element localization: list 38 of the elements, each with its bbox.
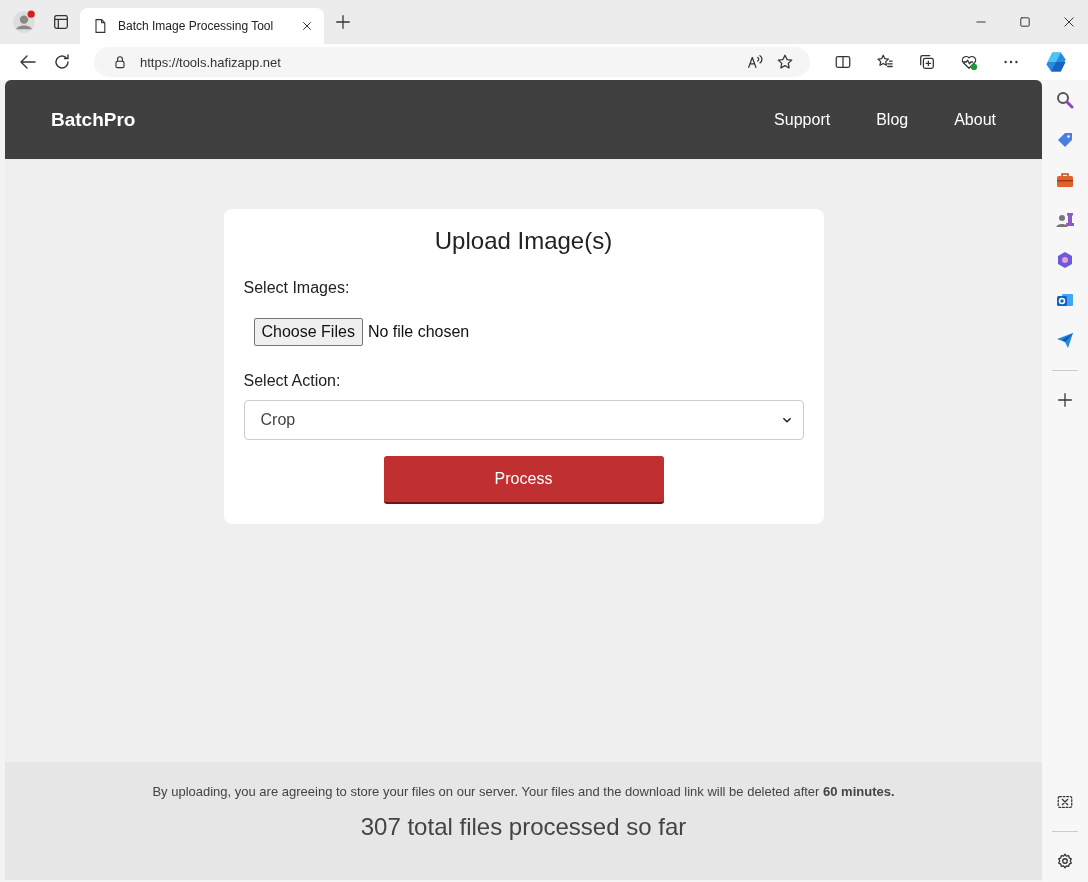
tab-actions-icon[interactable] [52,13,70,31]
settings-icon[interactable] [1056,852,1074,870]
field-label: Select Images: [243,279,351,297]
split-screen-icon[interactable] [834,53,852,71]
page-icon [92,18,108,34]
collections-icon[interactable] [918,53,936,71]
browser-tab[interactable]: Batch Image Processing Tool [80,8,324,44]
refresh-icon[interactable] [52,52,72,72]
read-aloud-icon[interactable] [746,53,764,71]
profile-avatar-icon[interactable] [12,10,36,34]
files-counter: 307 total files processed so far [360,813,687,841]
maximize-icon[interactable] [1018,15,1032,29]
favorite-star-icon[interactable] [776,53,794,71]
copilot-icon[interactable] [1044,50,1068,74]
search-icon[interactable] [1055,90,1075,110]
lock-icon [112,54,128,70]
address-bar[interactable]: https://tools.hafizapp.net [94,47,810,77]
add-icon[interactable] [1056,391,1074,409]
nav-link[interactable]: Blog [876,110,909,129]
process-button[interactable]: Process [383,456,664,504]
new-tab-icon[interactable] [334,13,352,31]
nav-link[interactable]: About [954,110,996,129]
field-label: Select Action: [243,372,342,390]
person-chess-icon[interactable] [1055,210,1075,230]
close-icon[interactable] [1062,15,1076,29]
brand-logo[interactable]: BatchPro [51,108,136,131]
storage-notice: By uploading, you are agreeing to store your files on our server. Your files and the download link will be deleted after 60 minutes. [152,784,895,799]
choose-files-button[interactable]: Choose Files [253,318,363,346]
card-title: Upload Image(s) [433,227,614,255]
action-select[interactable]: Crop [243,400,804,440]
file-status: No file chosen [367,323,470,341]
screenshot-icon[interactable] [1056,793,1074,811]
hexagon-icon[interactable] [1055,250,1075,270]
heart-icon[interactable] [960,53,978,71]
close-icon[interactable] [300,19,314,33]
paper-plane-icon[interactable] [1055,330,1075,350]
nav-link[interactable]: Support [774,110,831,129]
toolbox-icon[interactable] [1055,170,1075,190]
